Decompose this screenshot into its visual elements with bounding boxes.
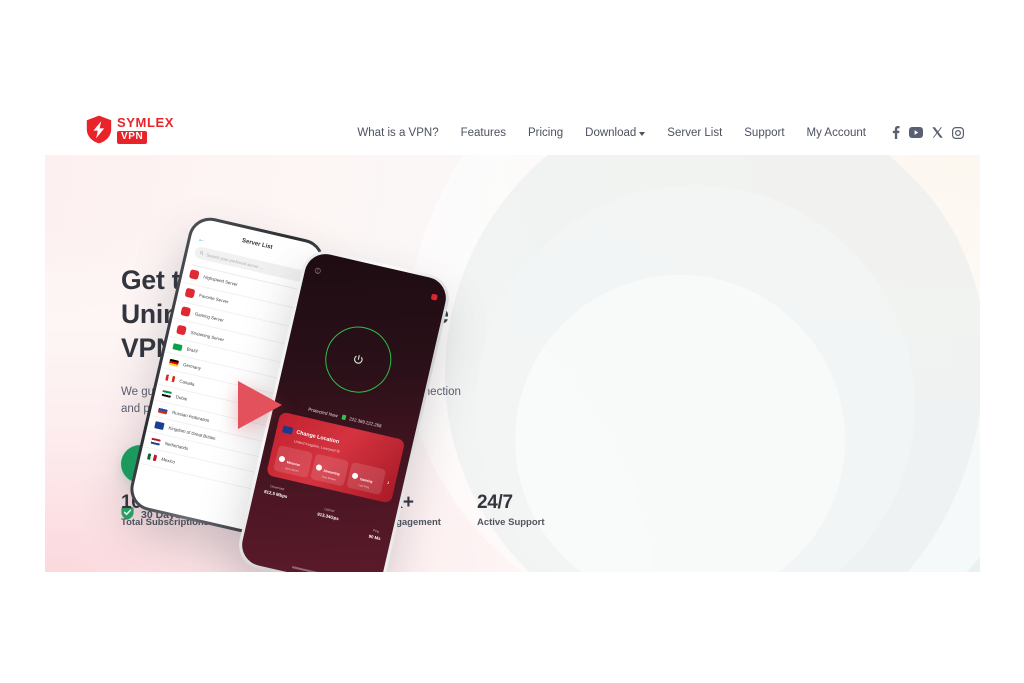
- chip-subtitle: Best Server: [285, 466, 300, 473]
- chip-title: Streaming: [323, 468, 341, 476]
- instagram-icon[interactable]: [952, 126, 964, 139]
- shield-bolt-icon: [86, 115, 112, 144]
- ip-address: 222.369.222.268: [348, 416, 383, 429]
- facebook-icon[interactable]: [892, 126, 900, 139]
- nav-item-features[interactable]: Features: [461, 127, 506, 139]
- location-chip[interactable]: Moscow Best Server: [273, 444, 313, 479]
- chevron-right-icon[interactable]: ›: [386, 480, 390, 487]
- arrow-left-icon[interactable]: ←: [197, 234, 207, 245]
- russia-flag: [157, 405, 169, 415]
- landing-page: SYMLEX VPN What is a VPN? Features Prici…: [0, 0, 1024, 683]
- nav-item-my-account[interactable]: My Account: [807, 127, 866, 139]
- nav-label: Support: [744, 126, 785, 139]
- gaming-chip[interactable]: Gaming Low Ping: [346, 461, 386, 495]
- chevron-down-icon: [639, 131, 646, 136]
- nav-label: Features: [460, 126, 506, 139]
- social-links: [892, 126, 964, 139]
- uk-flag: [154, 421, 165, 430]
- gamepad-badge-icon: [180, 306, 192, 317]
- germany-flag: [168, 358, 180, 367]
- nav-label: Server List: [667, 126, 723, 139]
- brand-suffix: VPN: [117, 130, 148, 144]
- ping-value: 90 Ms: [368, 533, 382, 542]
- russia-flag: [278, 455, 286, 463]
- search-placeholder: Search your preferred server ...: [206, 251, 264, 270]
- chip-title: Gaming: [359, 476, 373, 484]
- streaming-chip[interactable]: Streaming Fast Stream: [309, 453, 350, 487]
- power-icon: [331, 332, 386, 387]
- home-indicator: [291, 566, 328, 572]
- speed-badge-icon: [188, 269, 200, 281]
- stream-icon: [314, 463, 323, 472]
- hero-section: Get the Ultra-Fast, Uninterrupted, and S…: [45, 155, 980, 572]
- nav-label: Download: [585, 126, 637, 139]
- gamepad-icon: [351, 472, 359, 480]
- canada-flag: [165, 374, 176, 383]
- status-label: Protected Now: [307, 406, 339, 419]
- brand-name: SYMLEX: [117, 114, 175, 130]
- nav-item-support[interactable]: Support: [744, 127, 784, 139]
- record-dot-icon[interactable]: [430, 293, 438, 301]
- download-metric: Download 812.5 Mbps: [259, 483, 289, 519]
- play-triangle-icon[interactable]: [238, 381, 282, 429]
- nav-label: What is a VPN?: [357, 126, 439, 139]
- nav-item-pricing[interactable]: Pricing: [528, 127, 563, 139]
- nav-label: My Account: [806, 126, 866, 139]
- x-icon[interactable]: [932, 127, 943, 138]
- chip-subtitle: Fast Stream: [321, 475, 337, 482]
- star-badge-icon: [184, 287, 196, 299]
- chip-subtitle: Low Ping: [358, 483, 370, 489]
- brand-logo[interactable]: SYMLEX VPN: [86, 115, 174, 144]
- brazil-flag: [172, 342, 183, 351]
- youtube-icon[interactable]: [909, 127, 923, 138]
- nav-item-what-is-a-vpn[interactable]: What is a VPN?: [357, 127, 438, 139]
- power-button[interactable]: [318, 320, 398, 400]
- lock-icon: [341, 414, 347, 421]
- netherlands-flag: [150, 437, 161, 446]
- nav-item-server-list[interactable]: Server List: [667, 127, 722, 139]
- main-navigation: What is a VPN? Features Pricing Download…: [357, 126, 964, 139]
- menu-icon[interactable]: [312, 261, 323, 280]
- mexico-flag: [146, 453, 158, 462]
- nav-item-download[interactable]: Download: [585, 126, 646, 139]
- upload-metric: Upload 913.34Gps: [314, 506, 340, 531]
- nav-label: Pricing: [527, 126, 564, 139]
- stream-badge-icon: [176, 324, 187, 336]
- phone-mockups: Server List ← Search your preferred serv…: [45, 155, 980, 572]
- ping-metric: Ping 90 Ms: [368, 528, 382, 541]
- chip-title: Moscow: [286, 459, 301, 467]
- uae-flag: [161, 390, 172, 399]
- uk-flag: [281, 425, 294, 435]
- site-header: SYMLEX VPN What is a VPN? Features Prici…: [0, 0, 1024, 155]
